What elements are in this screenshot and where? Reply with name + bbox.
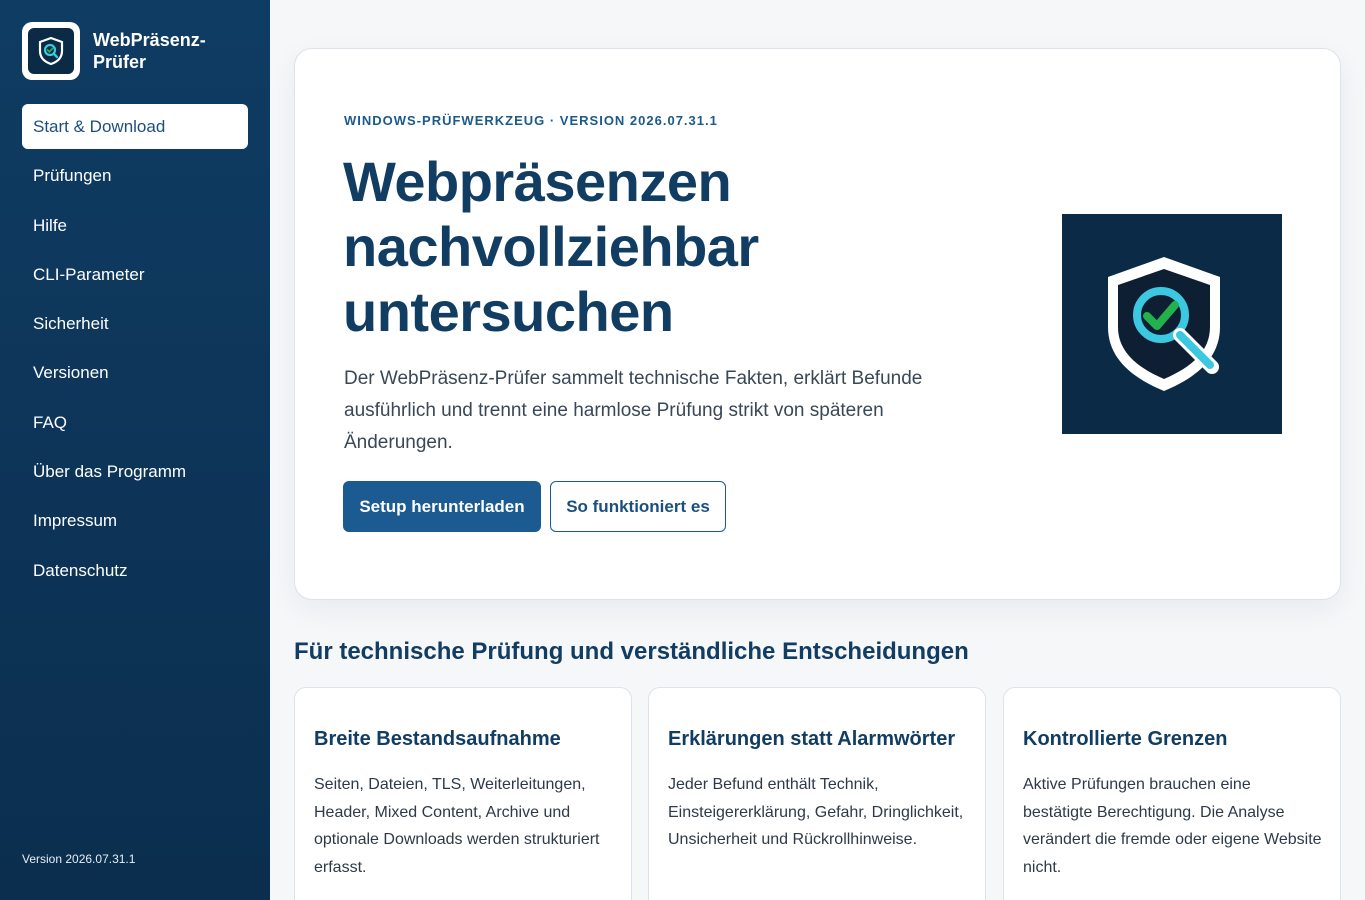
feature-card-text: Jeder Befund enthält Technik, Einsteiger… [668,776,964,848]
feature-card-text: Aktive Prüfungen brauchen eine bestätigt… [1023,776,1322,876]
nav-item-faq[interactable]: FAQ [22,400,248,445]
feature-card: Kontrollierte Grenzen Aktive Prüfungen b… [1003,687,1341,900]
brand[interactable]: WebPräsenz-Prüfer [22,22,223,80]
hero-illustration [1062,214,1282,434]
main-nav: Start & Download Prüfungen Hilfe CLI-Par… [22,104,248,597]
features-title: Für technische Prüfung und verständliche… [294,638,969,665]
feature-card-text: Seiten, Dateien, TLS, Weiterleitungen, H… [314,776,600,876]
feature-card-title: Breite Bestandsaufnahme [314,728,561,750]
nav-item-hilfe[interactable]: Hilfe [22,203,248,248]
shield-magnifier-check-icon [1108,257,1220,391]
brand-name: WebPräsenz-Prüfer [93,30,206,72]
feature-card-title: Kontrollierte Grenzen [1023,728,1228,750]
nav-item-versionen[interactable]: Versionen [22,350,248,395]
nav-item-ueber[interactable]: Über das Programm [22,449,248,494]
hero-description: Der WebPräsenz-Prüfer sammelt technische… [344,368,923,453]
hero-title: Webpräsenzen nachvollziehbar untersuchen [343,150,759,343]
hero-eyebrow: WINDOWS-PRÜFWERKZEUG · VERSION 2026.07.3… [344,113,718,128]
brand-logo [22,22,80,80]
sidebar-version: Version 2026.07.31.1 [22,852,136,866]
nav-item-sicherheit[interactable]: Sicherheit [22,301,248,346]
feature-card: Erklärungen statt Alarmwörter Jeder Befu… [648,687,986,900]
feature-card: Breite Bestandsaufnahme Seiten, Dateien,… [294,687,632,900]
nav-item-cli-parameter[interactable]: CLI-Parameter [22,252,248,297]
feature-card-title: Erklärungen statt Alarmwörter [668,728,956,750]
shield-search-icon [38,36,64,66]
download-setup-button[interactable]: Setup herunterladen [343,481,541,532]
nav-item-impressum[interactable]: Impressum [22,498,248,543]
how-it-works-button[interactable]: So funktioniert es [550,481,726,532]
nav-item-datenschutz[interactable]: Datenschutz [22,548,248,593]
sidebar: WebPräsenz-Prüfer Start & Download Prüfu… [0,0,270,900]
nav-item-start-download[interactable]: Start & Download [22,104,248,149]
hero-card: WINDOWS-PRÜFWERKZEUG · VERSION 2026.07.3… [294,48,1341,600]
nav-item-pruefungen[interactable]: Prüfungen [22,153,248,198]
